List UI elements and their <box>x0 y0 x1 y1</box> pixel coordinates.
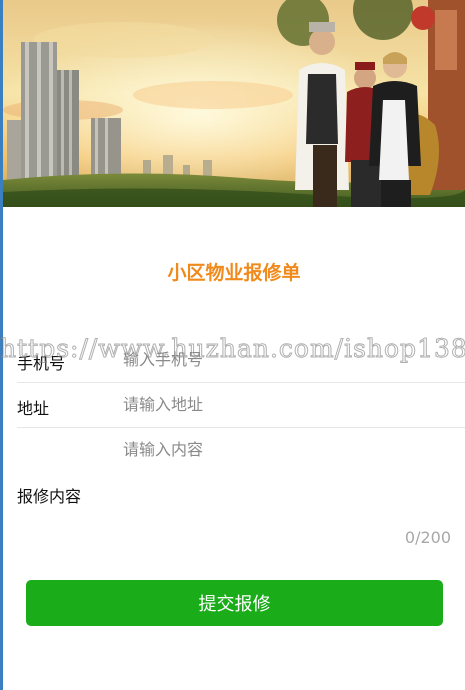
page-title: 小区物业报修单 <box>167 262 301 284</box>
address-label: 地址 <box>17 399 50 418</box>
submit-button[interactable]: 提交报修 <box>26 580 443 626</box>
repair-form: 手机号 地址 报修内容 0/200 <box>17 338 465 558</box>
content-label: 报修内容 <box>17 487 82 506</box>
content-row: 报修内容 0/200 <box>17 428 465 558</box>
phone-input[interactable] <box>123 346 443 372</box>
banner-image <box>3 0 465 207</box>
phone-label: 手机号 <box>17 354 66 373</box>
address-row: 地址 <box>17 383 465 428</box>
address-input[interactable] <box>123 391 443 417</box>
content-textarea[interactable] <box>123 436 443 506</box>
phone-row: 手机号 <box>17 338 465 383</box>
char-counter: 0/200 <box>404 528 451 547</box>
